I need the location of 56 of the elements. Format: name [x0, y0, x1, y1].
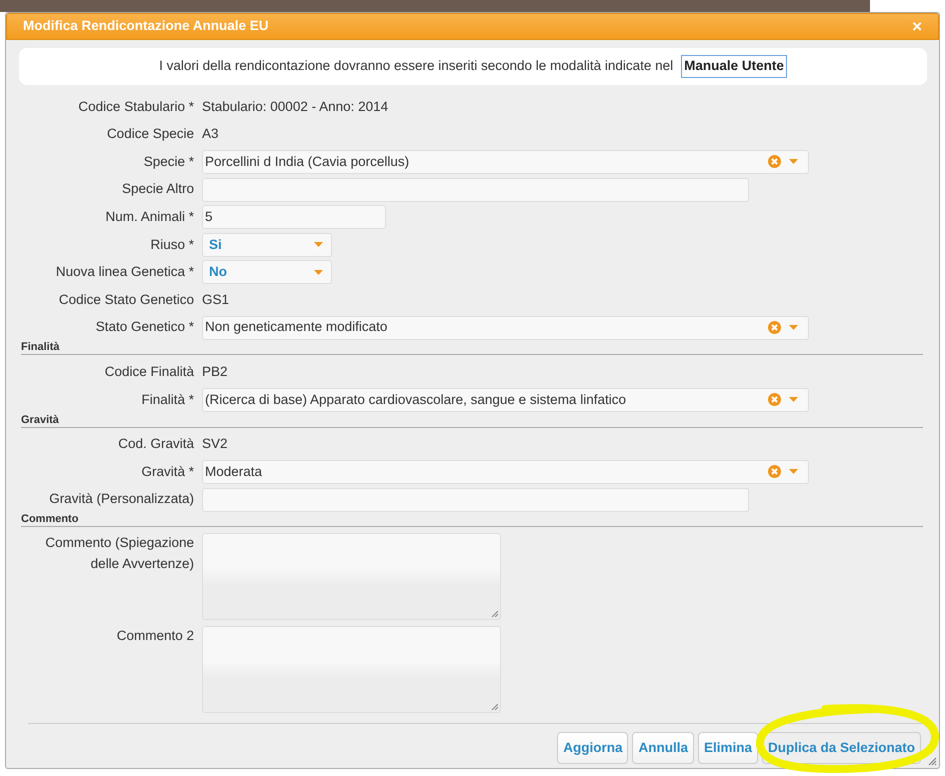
caret-icon [314, 270, 323, 275]
dropdown-select[interactable]: Si [202, 232, 332, 257]
field-label: Gravità * [140, 462, 194, 481]
field-label: Codice Stabulario * [77, 98, 194, 116]
combo-box[interactable]: Moderata [202, 460, 809, 484]
section-heading: Finalità [21, 341, 923, 356]
caret-icon [314, 242, 323, 248]
action-button[interactable]: Aggiorna [557, 732, 628, 764]
text-area[interactable] [202, 626, 501, 714]
action-button[interactable]: Annulla [632, 732, 694, 764]
combo-box[interactable]: Porcellini d India (Cavia porcellus) [202, 150, 809, 174]
field-label: Commento (Spiegazione delle Avvertenze) [44, 534, 194, 573]
action-button[interactable]: Elimina [698, 732, 758, 764]
field-label: Num. Animali * [104, 208, 194, 226]
clear-icon[interactable] [768, 393, 781, 406]
field-label: Cod. Gravità [117, 435, 194, 454]
combo-box[interactable]: Non geneticamente modificato [202, 316, 809, 340]
section-heading: Commento [21, 513, 923, 528]
combo-box[interactable]: (Ricerca di base) Apparato cardiovascolare, sangue e sistema linfatico [202, 388, 809, 412]
field-label: Commento 2 [116, 627, 194, 646]
clear-icon[interactable] [768, 321, 781, 334]
resize-grip-icon[interactable] [491, 610, 498, 618]
dropdown-select[interactable]: No [202, 260, 332, 284]
field-value: Stabulario: 00002 - Anno: 2014 [202, 98, 388, 114]
caret-icon [789, 397, 798, 402]
field-label: Riuso * [149, 236, 194, 254]
caret-icon [789, 159, 798, 164]
field-label: Specie * [142, 152, 194, 171]
field-label: Codice Specie [106, 125, 194, 144]
action-button[interactable]: Duplica da Selezionato [762, 732, 921, 764]
resize-grip-icon[interactable] [491, 703, 498, 710]
manual-link[interactable]: Manuale Utente [681, 55, 787, 78]
field-label: Finalità * [140, 390, 194, 409]
field-value: SV2 [202, 436, 228, 452]
field-label: Codice Finalità [104, 363, 194, 382]
section-heading: Gravità [21, 414, 923, 428]
field-label: Codice Stato Genetico [58, 290, 194, 309]
resize-grip-icon[interactable] [927, 756, 937, 766]
input-field[interactable] [202, 488, 749, 512]
dialog-title: Modifica Rendicontazione Annuale EU [23, 17, 269, 36]
field-value: A3 [202, 126, 219, 142]
field-label: Gravità (Personalizzata) [48, 490, 194, 508]
caret-icon [789, 469, 798, 474]
input-field[interactable] [202, 178, 749, 202]
input-field[interactable]: 5 [202, 205, 386, 230]
clear-icon[interactable] [768, 155, 781, 168]
field-label: Specie Altro [120, 180, 194, 198]
caret-icon [789, 325, 798, 330]
close-button[interactable]: × [912, 18, 922, 35]
clear-icon[interactable] [768, 465, 781, 478]
field-label: Nuova linea Genetica * [54, 263, 194, 282]
text-area[interactable] [202, 533, 501, 620]
field-label: Stato Genetico * [94, 318, 194, 336]
notice-text: I valori della rendicontazione dovranno essere inseriti secondo le modalità indicate nel [159, 57, 674, 76]
field-value: PB2 [202, 364, 228, 380]
field-value: GS1 [202, 292, 230, 307]
